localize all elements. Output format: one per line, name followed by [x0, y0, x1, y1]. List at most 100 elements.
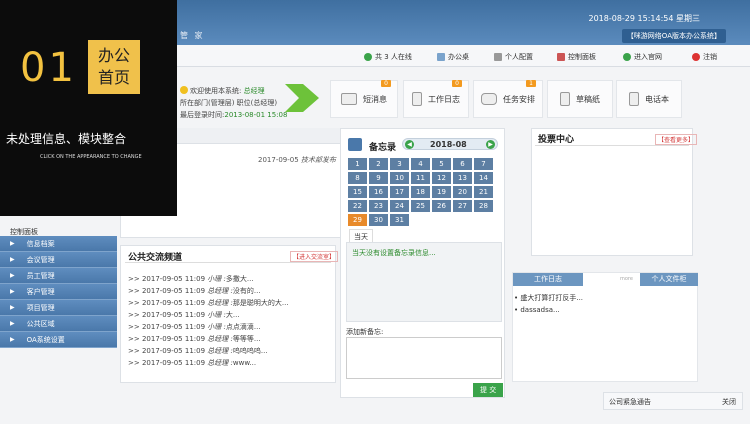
logout-link[interactable]: 注销 [692, 52, 717, 62]
office-desk-link[interactable]: 办公桌 [437, 52, 469, 62]
list-item[interactable]: >> 2017-09-05 11:09 小珊 :大... [128, 310, 289, 322]
play-icon: ▶ [10, 304, 15, 311]
list-item[interactable]: >> 2017-09-05 11:09 小珊 :点点滴滴... [128, 322, 289, 334]
calendar-day[interactable]: 26 [432, 200, 451, 212]
calendar-day[interactable]: 20 [453, 186, 472, 198]
calendar-day[interactable]: 22 [348, 200, 367, 212]
calendar-day[interactable]: 9 [369, 172, 388, 184]
memo-input[interactable] [346, 337, 502, 379]
list-item[interactable]: • dassadsa... [514, 304, 583, 316]
calendar-day[interactable]: 24 [390, 200, 409, 212]
play-icon: ▶ [10, 240, 15, 247]
play-icon: ▶ [10, 256, 15, 263]
tab-personal-files[interactable]: 个人文件柜 [640, 273, 698, 286]
calendar-day[interactable]: 1 [348, 158, 367, 170]
calendar-day[interactable]: 11 [411, 172, 430, 184]
tab-worklog[interactable]: 工作日志 [513, 273, 583, 286]
calendar-day[interactable]: 16 [369, 186, 388, 198]
control-panel-link[interactable]: 控制面板 [557, 52, 596, 62]
calendar-day[interactable]: 6 [453, 158, 472, 170]
list-item[interactable]: >> 2017-09-05 11:09 总经理 :www... [128, 358, 289, 370]
green-arrow-icon [285, 84, 319, 112]
alert-close-button[interactable]: 关闭 [722, 397, 736, 407]
memo-empty-text: 当天没有设置备忘录信息... [352, 249, 436, 257]
online-users-link[interactable]: 共 3 人在线 [364, 52, 412, 62]
calendar-day[interactable]: 15 [348, 186, 367, 198]
sidebar-item-clients[interactable]: ▶ 客户管理 [0, 284, 117, 300]
document-icon [412, 92, 422, 106]
memo-title: 备忘录 [369, 143, 397, 153]
calendar-day[interactable]: 23 [369, 200, 388, 212]
calendar-day[interactable]: 28 [474, 200, 493, 212]
website-link[interactable]: 进入官网 [623, 52, 662, 62]
promo-overlay [0, 0, 177, 216]
calendar-day[interactable]: 27 [453, 200, 472, 212]
sidebar-item-meetings[interactable]: ▶ 会议管理 [0, 252, 117, 268]
list-item[interactable]: >> 2017-09-05 11:09 总经理 :那是聪明大的大... [128, 298, 289, 310]
module-worklog[interactable]: 工作日志 0 [403, 80, 469, 118]
list-item[interactable]: • 盛大打算打打反手... [514, 292, 583, 304]
calendar-day[interactable]: 21 [474, 186, 493, 198]
play-icon: ▶ [10, 320, 15, 327]
calendar-day[interactable]: 18 [411, 186, 430, 198]
list-item[interactable]: >> 2017-09-05 11:09 总经理 :没有的... [128, 286, 289, 298]
vote-panel [531, 128, 693, 256]
module-draft[interactable]: 草稿纸 [547, 80, 613, 118]
calendar-day[interactable]: 17 [390, 186, 409, 198]
envelope-icon [341, 93, 357, 105]
calendar-day[interactable]: 14 [474, 172, 493, 184]
vote-more-link[interactable]: 【查看更多】 [655, 134, 698, 145]
calendar-day[interactable]: 29 [348, 214, 367, 226]
overlay-badge: 办公 首页 [88, 40, 140, 94]
list-item[interactable]: >> 2017-09-05 11:09 小珊 :多撒大... [128, 274, 289, 286]
sidebar-item-archives[interactable]: ▶ 信息档案 [0, 236, 117, 252]
calendar-day[interactable]: 5 [432, 158, 451, 170]
submit-memo-button[interactable]: 提 交 [473, 383, 504, 397]
logs-more-link[interactable]: more [620, 276, 633, 282]
calendar-day[interactable]: 8 [348, 172, 367, 184]
module-phonebook[interactable]: 电话本 [616, 80, 682, 118]
desk-icon [437, 53, 445, 61]
exchange-list: >> 2017-09-05 11:09 小珊 :多撒大... >> 2017-0… [128, 274, 289, 370]
phone-icon [481, 93, 497, 105]
notepad-icon [560, 92, 570, 106]
message-count-badge: 0 [381, 80, 391, 87]
sidebar-item-public[interactable]: ▶ 公共区域 [0, 316, 117, 332]
overlay-number: 01 [20, 45, 77, 91]
sidebar-item-staff[interactable]: ▶ 员工管理 [0, 268, 117, 284]
enter-chatroom-link[interactable]: 【进入交流室】 [290, 251, 339, 262]
list-item[interactable]: >> 2017-09-05 11:09 总经理 :呜呜呜呜... [128, 346, 289, 358]
vote-title: 投票中心 [538, 135, 575, 145]
calendar-icon [348, 138, 362, 151]
calendar-day[interactable]: 3 [390, 158, 409, 170]
calendar-day[interactable]: 4 [411, 158, 430, 170]
play-icon: ▶ [10, 272, 15, 279]
calendar-day[interactable]: 13 [453, 172, 472, 184]
next-month-icon[interactable]: ▶ [486, 140, 495, 149]
overlay-subtitle: CLICK ON THE APPEARANCE TO CHANGE [40, 154, 142, 160]
calendar-day[interactable]: 30 [369, 214, 388, 226]
users-icon [364, 53, 372, 61]
module-messages[interactable]: 短消息 0 [330, 80, 398, 118]
sidebar-item-projects[interactable]: ▶ 项目管理 [0, 300, 117, 316]
divider [125, 262, 331, 263]
calendar-day[interactable]: 10 [390, 172, 409, 184]
list-item[interactable]: >> 2017-09-05 11:09 总经理 :等等等... [128, 334, 289, 346]
calendar-day[interactable]: 25 [411, 200, 430, 212]
prev-month-icon[interactable]: ◀ [405, 140, 414, 149]
notice-item[interactable]: 2017-09-05 技术部发布 [258, 155, 336, 165]
alert-title: 公司紧急通告 [609, 398, 651, 406]
last-login-time: 2013-08-01 15:08 [224, 111, 288, 119]
module-tasks[interactable]: 任务安排 1 [473, 80, 543, 118]
system-name: 【咪游网络OA版本办公系统】 [621, 29, 726, 43]
calendar-day[interactable]: 19 [432, 186, 451, 198]
calendar-day[interactable]: 7 [474, 158, 493, 170]
sidebar-menu: ▶ 信息档案 ▶ 会议管理 ▶ 员工管理 ▶ 客户管理 ▶ 项目管理 ▶ 公共区域 ▶ OA系… [0, 236, 117, 348]
calendar-day[interactable]: 31 [390, 214, 409, 226]
calendar-day[interactable]: 2 [369, 158, 388, 170]
calendar-day[interactable]: 12 [432, 172, 451, 184]
website-icon [623, 53, 631, 61]
sidebar-item-settings[interactable]: ▶ OA系统设置 [0, 332, 117, 348]
logs-panel [512, 272, 698, 382]
profile-link[interactable]: 个人配置 [494, 52, 533, 62]
